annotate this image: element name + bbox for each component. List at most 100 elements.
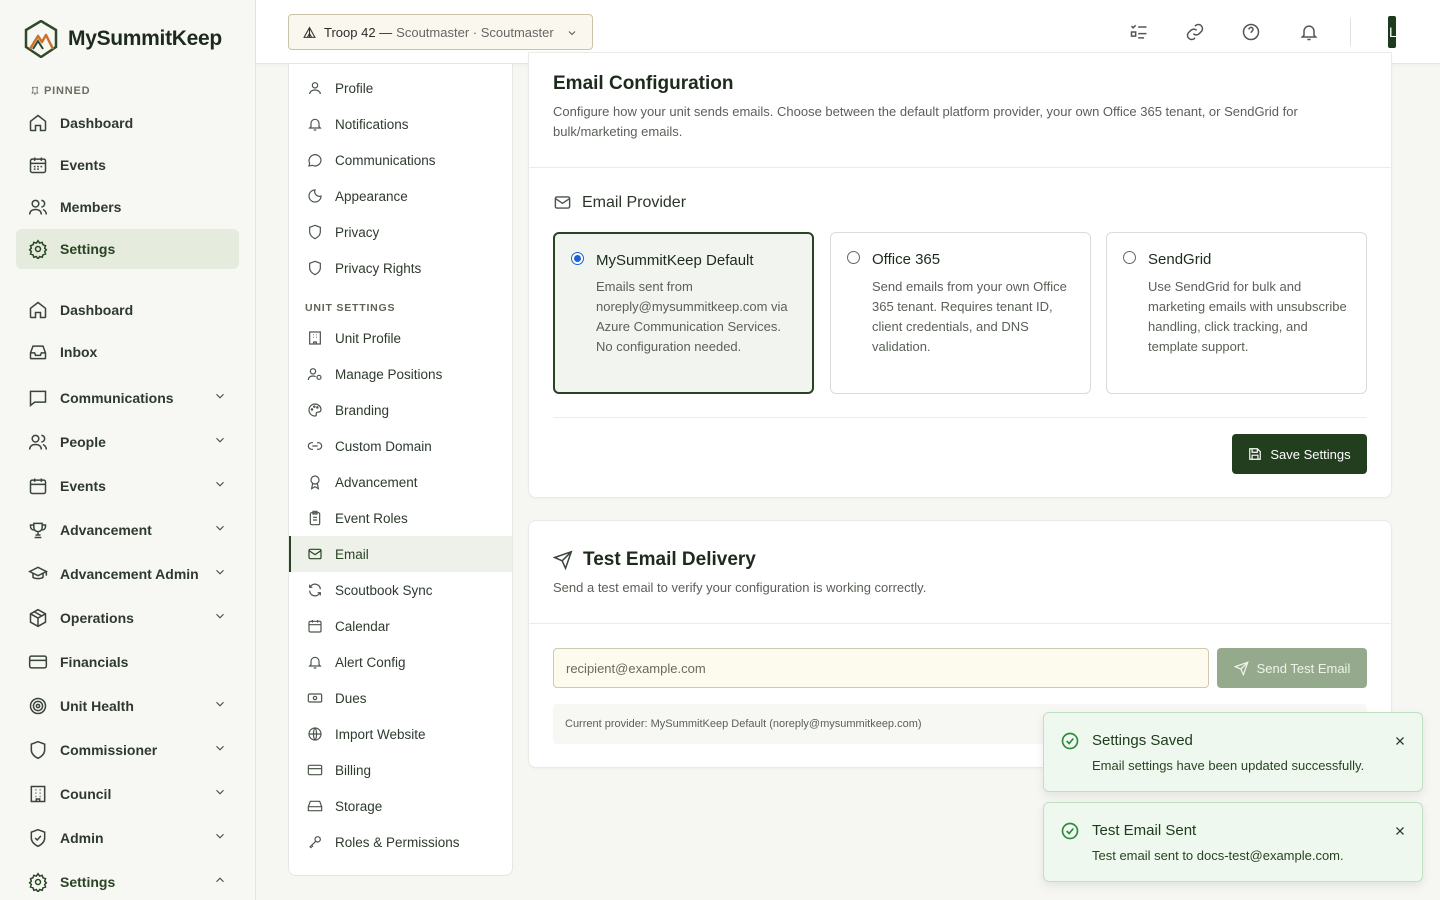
close-icon[interactable] xyxy=(1394,825,1406,837)
settings-nav-storage[interactable]: Storage xyxy=(289,788,512,824)
pinned-members[interactable]: Members xyxy=(16,187,239,227)
send-test-email-button[interactable]: Send Test Email xyxy=(1217,648,1367,688)
mountain-logo-icon xyxy=(24,20,58,58)
nav-commissioner[interactable]: Commissioner xyxy=(16,728,239,772)
chevron-down-icon xyxy=(213,609,227,623)
clipboard-icon xyxy=(307,510,323,526)
recipient-email-input[interactable] xyxy=(553,648,1209,688)
nav-operations[interactable]: Operations xyxy=(16,596,239,640)
settings-nav-branding[interactable]: Branding xyxy=(289,392,512,428)
settings-nav-dues[interactable]: Dues xyxy=(289,680,512,716)
nav-communications[interactable]: Communications xyxy=(16,376,239,420)
hard-drive-icon xyxy=(307,798,323,814)
save-settings-button[interactable]: Save Settings xyxy=(1232,434,1367,474)
settings-nav-appearance[interactable]: Appearance xyxy=(289,178,512,214)
chevron-up-icon xyxy=(213,873,227,887)
pinned-events[interactable]: Events xyxy=(16,145,239,185)
nav-council[interactable]: Council xyxy=(16,772,239,816)
provider-option-title: Office 365 xyxy=(872,251,941,268)
mail-icon xyxy=(307,546,323,562)
nav-unit-health[interactable]: Unit Health xyxy=(16,684,239,728)
nav-financials[interactable]: Financials xyxy=(16,640,239,684)
nav-settings[interactable]: Settings xyxy=(16,860,239,900)
calendar-icon xyxy=(307,618,323,634)
checklist-icon[interactable] xyxy=(1129,22,1149,42)
pinned-nav: Dashboard Events Members Settings xyxy=(0,103,255,269)
pinned-dashboard[interactable]: Dashboard xyxy=(16,103,239,143)
message-circle-icon xyxy=(307,152,323,168)
credit-card-icon xyxy=(307,762,323,778)
settings-nav-advancement[interactable]: Advancement xyxy=(289,464,512,500)
settings-nav-privacy[interactable]: Privacy xyxy=(289,214,512,250)
avatar[interactable]: L xyxy=(1388,16,1396,48)
toast-message: Email settings have been updated success… xyxy=(1092,758,1365,773)
nav-people[interactable]: People xyxy=(16,420,239,464)
home-icon xyxy=(28,113,48,133)
send-icon xyxy=(1233,660,1249,676)
troop-selector[interactable]: Troop 42 — Scoutmaster · Scoutmaster xyxy=(288,14,593,50)
test-email-heading: Test Email Delivery xyxy=(553,549,756,571)
help-circle-icon[interactable] xyxy=(1241,22,1261,42)
provider-option-sendgrid[interactable]: SendGrid Use SendGrid for bulk and marke… xyxy=(1106,232,1367,394)
settings-nav-scoutbook-sync[interactable]: Scoutbook Sync xyxy=(289,572,512,608)
nav-admin[interactable]: Admin xyxy=(16,816,239,860)
refresh-icon xyxy=(307,582,323,598)
users-icon xyxy=(28,197,48,217)
settings-nav-custom-domain[interactable]: Custom Domain xyxy=(289,428,512,464)
send-icon xyxy=(553,550,573,570)
settings-nav-billing[interactable]: Billing xyxy=(289,752,512,788)
settings-nav: Profile Notifications Communications App… xyxy=(288,64,513,876)
moon-icon xyxy=(307,188,323,204)
main-nav: Dashboard Inbox Communications People Ev… xyxy=(0,290,255,900)
package-icon xyxy=(28,608,48,628)
user-cog-icon xyxy=(307,366,323,382)
tent-icon xyxy=(303,26,316,39)
settings-nav-email[interactable]: Email xyxy=(289,536,512,572)
actions-divider xyxy=(553,417,1367,418)
calendar-icon xyxy=(28,155,48,175)
toast-title: Settings Saved xyxy=(1092,732,1193,749)
toast-title: Test Email Sent xyxy=(1092,822,1197,839)
email-provider-heading: Email Provider xyxy=(553,193,686,212)
link-icon[interactable] xyxy=(1185,22,1205,42)
close-icon[interactable] xyxy=(1394,735,1406,747)
provider-option-title: MySummitKeep Default xyxy=(596,252,754,269)
email-config-title: Email Configuration xyxy=(553,73,734,94)
settings-nav-profile[interactable]: Profile xyxy=(289,70,512,106)
settings-nav-import-website[interactable]: Import Website xyxy=(289,716,512,752)
calendar-icon xyxy=(28,476,48,496)
nav-inbox[interactable]: Inbox xyxy=(16,332,239,372)
toast-settings-saved: Settings Saved Email settings have been … xyxy=(1043,712,1423,792)
settings-nav-roles-permissions[interactable]: Roles & Permissions xyxy=(289,824,512,860)
toast-message: Test email sent to docs-test@example.com… xyxy=(1092,848,1344,863)
nav-advancement-admin[interactable]: Advancement Admin xyxy=(16,552,239,596)
bell-icon[interactable] xyxy=(1299,22,1319,42)
settings-nav-unit-profile[interactable]: Unit Profile xyxy=(289,320,512,356)
shield-icon xyxy=(28,740,48,760)
settings-nav-calendar[interactable]: Calendar xyxy=(289,608,512,644)
settings-nav-manage-positions[interactable]: Manage Positions xyxy=(289,356,512,392)
settings-nav-event-roles[interactable]: Event Roles xyxy=(289,500,512,536)
nav-advancement[interactable]: Advancement xyxy=(16,508,239,552)
provider-option-default[interactable]: MySummitKeep Default Emails sent from no… xyxy=(553,232,814,394)
nav-events[interactable]: Events xyxy=(16,464,239,508)
pinned-settings[interactable]: Settings xyxy=(16,229,239,269)
settings-nav-communications[interactable]: Communications xyxy=(289,142,512,178)
settings-nav-notifications[interactable]: Notifications xyxy=(289,106,512,142)
settings-nav-privacy-rights[interactable]: Privacy Rights xyxy=(289,250,512,286)
settings-nav-alert-config[interactable]: Alert Config xyxy=(289,644,512,680)
radio-sendgrid[interactable] xyxy=(1123,251,1136,264)
nav-dashboard[interactable]: Dashboard xyxy=(16,290,239,330)
globe-icon xyxy=(307,726,323,742)
radio-default[interactable] xyxy=(571,252,584,265)
building-icon xyxy=(307,330,323,346)
award-icon xyxy=(307,474,323,490)
brand-name: MySummitKeep xyxy=(68,27,222,50)
inbox-icon xyxy=(28,342,48,362)
provider-option-office365[interactable]: Office 365 Send emails from your own Off… xyxy=(830,232,1091,394)
trophy-icon xyxy=(28,520,48,540)
shield-icon xyxy=(307,224,323,240)
unit-settings-heading: UNIT SETTINGS xyxy=(305,302,396,314)
radio-office365[interactable] xyxy=(847,251,860,264)
brand[interactable]: MySummitKeep xyxy=(0,0,255,64)
